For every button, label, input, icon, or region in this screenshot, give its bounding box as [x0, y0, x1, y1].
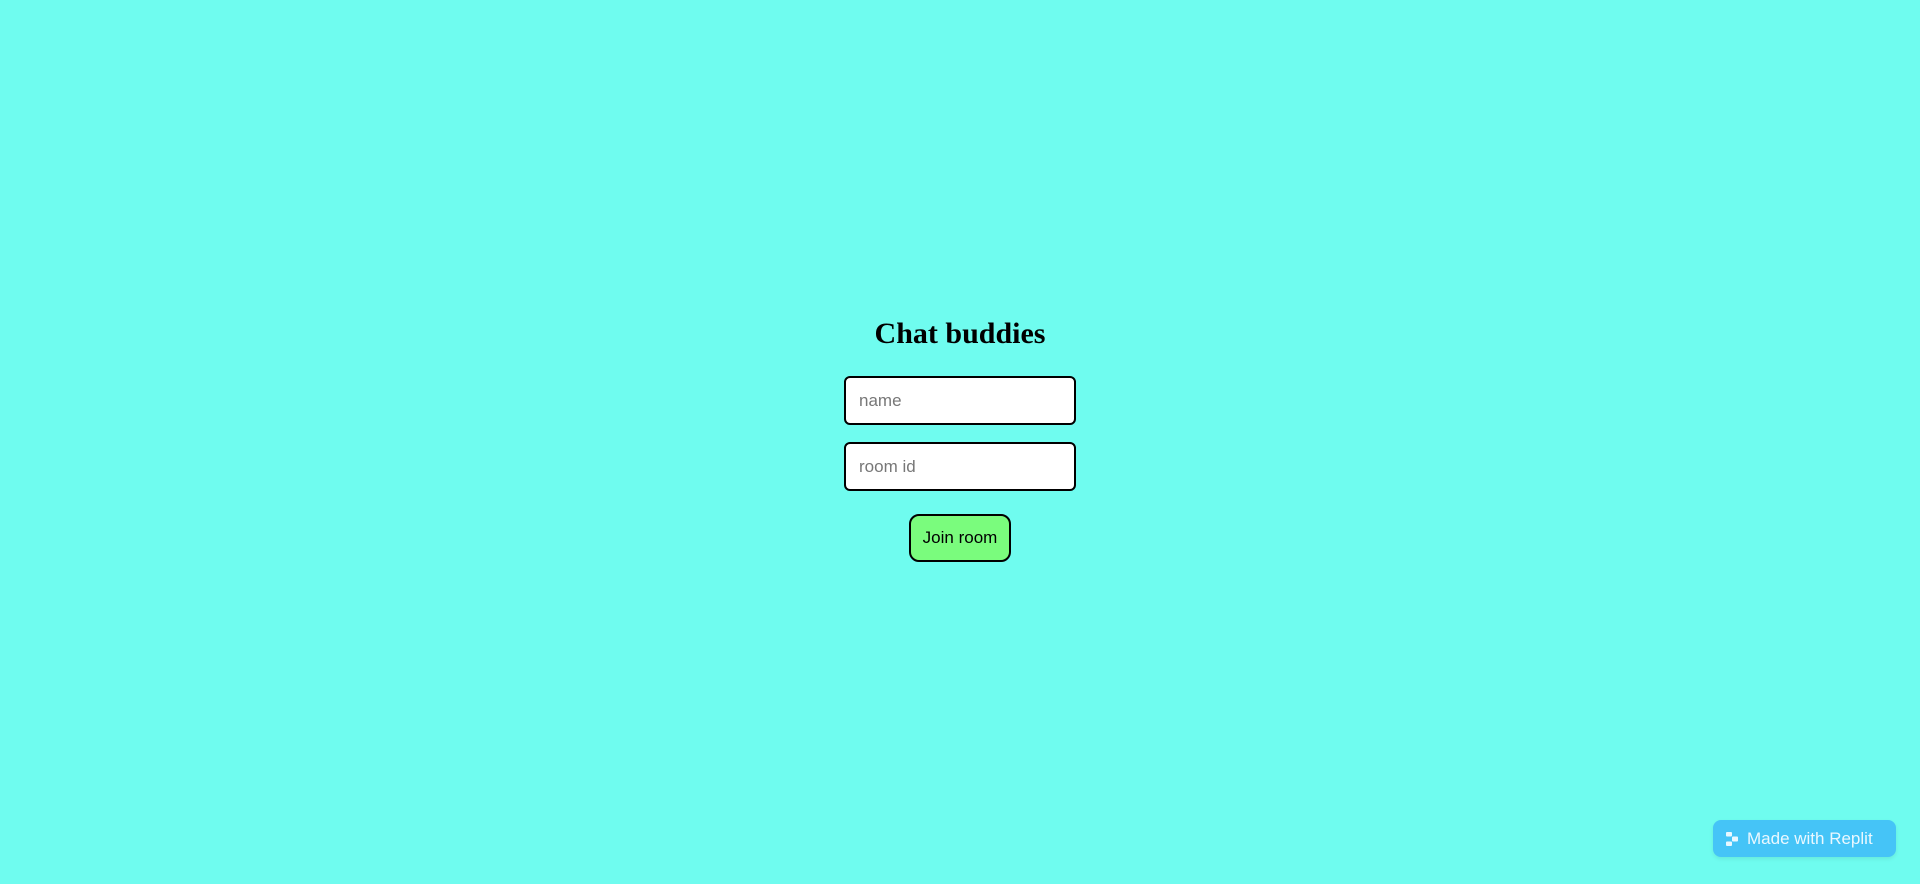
page-title: Chat buddies [874, 317, 1046, 350]
replit-icon [1725, 831, 1739, 847]
made-with-replit-badge[interactable]: Made with Replit [1713, 820, 1896, 857]
badge-label: Made with Replit [1747, 828, 1873, 848]
name-input[interactable] [844, 376, 1076, 425]
join-form: Chat buddies Join room [0, 310, 1920, 562]
join-room-button[interactable]: Join room [909, 514, 1011, 562]
room-id-input[interactable] [844, 442, 1076, 491]
